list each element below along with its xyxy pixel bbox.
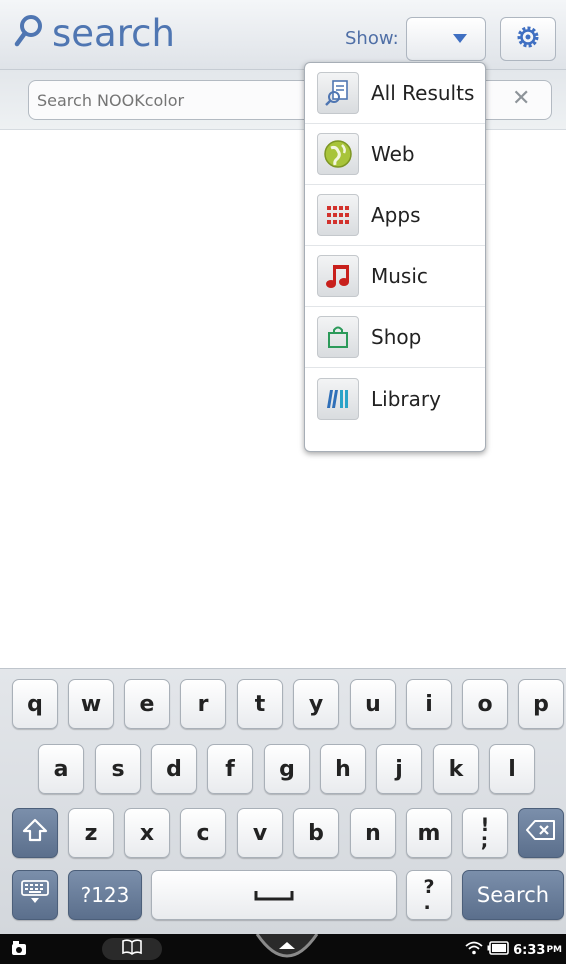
key-u[interactable]: u (350, 679, 396, 729)
on-screen-keyboard: q w e r t y u i o p a s d f g h j k l z … (0, 668, 566, 934)
key-r[interactable]: r (180, 679, 226, 729)
home-button[interactable] (255, 933, 319, 964)
brand: search (14, 14, 175, 52)
menu-item-label: Music (371, 264, 428, 288)
key-j[interactable]: j (376, 744, 422, 794)
menu-item-label: Apps (371, 203, 421, 227)
numbers-symbols-key[interactable]: ?123 (68, 870, 142, 920)
chevron-down-icon (453, 34, 467, 43)
shift-key[interactable] (12, 808, 58, 858)
menu-item-label: Shop (371, 325, 422, 349)
menu-item-music[interactable]: Music (305, 246, 485, 307)
key-t[interactable]: t (237, 679, 283, 729)
show-filter-menu: All Results Web Apps Music Shop Library (304, 62, 486, 452)
close-icon[interactable]: ✕ (512, 86, 530, 111)
key-a[interactable]: a (38, 744, 84, 794)
key-x[interactable]: x (124, 808, 170, 858)
library-shortcut-button[interactable] (102, 938, 162, 960)
backspace-icon (526, 819, 556, 847)
menu-item-all-results[interactable]: All Results (305, 63, 485, 124)
key-i[interactable]: i (406, 679, 452, 729)
key-m[interactable]: m (406, 808, 452, 858)
key-f[interactable]: f (207, 744, 253, 794)
shift-arrow-icon (22, 818, 48, 848)
hide-keyboard-key[interactable] (12, 870, 58, 920)
key-s[interactable]: s (95, 744, 141, 794)
open-book-icon (121, 939, 143, 959)
menu-item-apps[interactable]: Apps (305, 185, 485, 246)
music-note-icon (317, 255, 359, 297)
brand-title: search (52, 11, 175, 55)
search-icon (14, 14, 44, 52)
key-b[interactable]: b (293, 808, 339, 858)
library-books-icon (317, 377, 359, 420)
space-bar-icon (254, 883, 294, 908)
status-indicators: 6:33 PM (465, 941, 562, 959)
settings-button[interactable] (500, 17, 556, 61)
key-e[interactable]: e (124, 679, 170, 729)
key-h[interactable]: h (320, 744, 366, 794)
apps-grid-icon (317, 194, 359, 236)
wifi-icon (465, 941, 483, 959)
key-q[interactable]: q (12, 679, 58, 729)
key-z[interactable]: z (68, 808, 114, 858)
key-o[interactable]: o (462, 679, 508, 729)
menu-item-shop[interactable]: Shop (305, 307, 485, 368)
globe-icon (317, 133, 359, 175)
menu-item-label: All Results (371, 81, 475, 105)
menu-item-web[interactable]: Web (305, 124, 485, 185)
clock-time: 6:33 (513, 942, 546, 958)
camera-icon[interactable] (10, 940, 28, 960)
menu-item-label: Library (371, 386, 441, 411)
key-p[interactable]: p (518, 679, 564, 729)
gear-icon (515, 24, 541, 54)
backspace-key[interactable] (518, 808, 564, 858)
menu-item-label: Web (371, 142, 415, 166)
key-l[interactable]: l (489, 744, 535, 794)
show-label: Show: (345, 28, 399, 49)
app-header: search Show: (0, 0, 566, 70)
clock-ampm: PM (546, 945, 562, 955)
key-exclamation-semicolon[interactable]: ! ; (462, 808, 508, 858)
key-y[interactable]: y (293, 679, 339, 729)
show-filter-dropdown[interactable] (406, 17, 486, 61)
key-c[interactable]: c (180, 808, 226, 858)
key-n[interactable]: n (350, 808, 396, 858)
key-g[interactable]: g (264, 744, 310, 794)
battery-icon (487, 941, 509, 959)
all-results-icon (317, 72, 359, 114)
key-d[interactable]: d (151, 744, 197, 794)
space-key[interactable] (151, 870, 397, 920)
key-question-period[interactable]: ? . (406, 870, 452, 920)
search-key[interactable]: Search (462, 870, 564, 920)
key-v[interactable]: v (237, 808, 283, 858)
key-w[interactable]: w (68, 679, 114, 729)
shopping-bag-icon (317, 316, 359, 358)
nook-n-icon (255, 933, 319, 964)
menu-item-library[interactable]: Library (305, 368, 485, 429)
keyboard-icon (20, 879, 50, 911)
key-k[interactable]: k (433, 744, 479, 794)
